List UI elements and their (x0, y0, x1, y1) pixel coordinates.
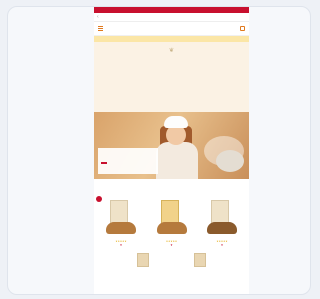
site-header (94, 22, 249, 36)
product-card[interactable]: ★★★★★ ♥ (98, 198, 144, 247)
heart-icon[interactable]: ♥ (98, 243, 144, 247)
category-section (94, 179, 249, 190)
back-icon[interactable]: ‹ (97, 13, 99, 22)
chef-hat (164, 116, 188, 128)
preview-card: ‹ ❦ ★★★★★ ♥ ★★★★★ ♥ ★★★★★ ♥ (7, 6, 311, 295)
bread-loaf (156, 222, 187, 234)
menu-icon[interactable] (98, 26, 103, 31)
product-thumbnail[interactable] (136, 253, 149, 267)
hero-cta-button[interactable] (101, 162, 107, 164)
product-image[interactable] (98, 198, 144, 238)
hero-child-face (166, 125, 186, 145)
product-image[interactable] (199, 198, 245, 238)
product-thumbnail[interactable] (194, 253, 207, 267)
product-image[interactable] (149, 198, 195, 238)
hero-overlay-card (98, 148, 158, 174)
cart-icon[interactable] (240, 26, 245, 31)
product-grid: ★★★★★ ♥ ★★★★★ ♥ ★★★★★ ♥ (94, 190, 249, 247)
product-card[interactable]: ★★★★★ ♥ (199, 198, 245, 247)
bread-loaf (106, 222, 136, 234)
intro-section: ❦ (94, 42, 249, 112)
mixing-bowl (216, 150, 244, 172)
more-products-row (94, 247, 249, 267)
hero-child-body (156, 142, 198, 179)
bread-loaf (207, 222, 237, 234)
heart-icon[interactable]: ♥ (199, 243, 245, 247)
address-bar[interactable]: ‹ (94, 13, 249, 22)
leaf-icon: ❦ (168, 48, 175, 54)
product-card[interactable]: ★★★★★ ♥ (149, 198, 195, 247)
mobile-page-screenshot: ‹ ❦ ★★★★★ ♥ ★★★★★ ♥ ★★★★★ ♥ (94, 7, 249, 294)
heart-icon[interactable]: ♥ (149, 243, 195, 247)
hero-banner (94, 112, 249, 179)
